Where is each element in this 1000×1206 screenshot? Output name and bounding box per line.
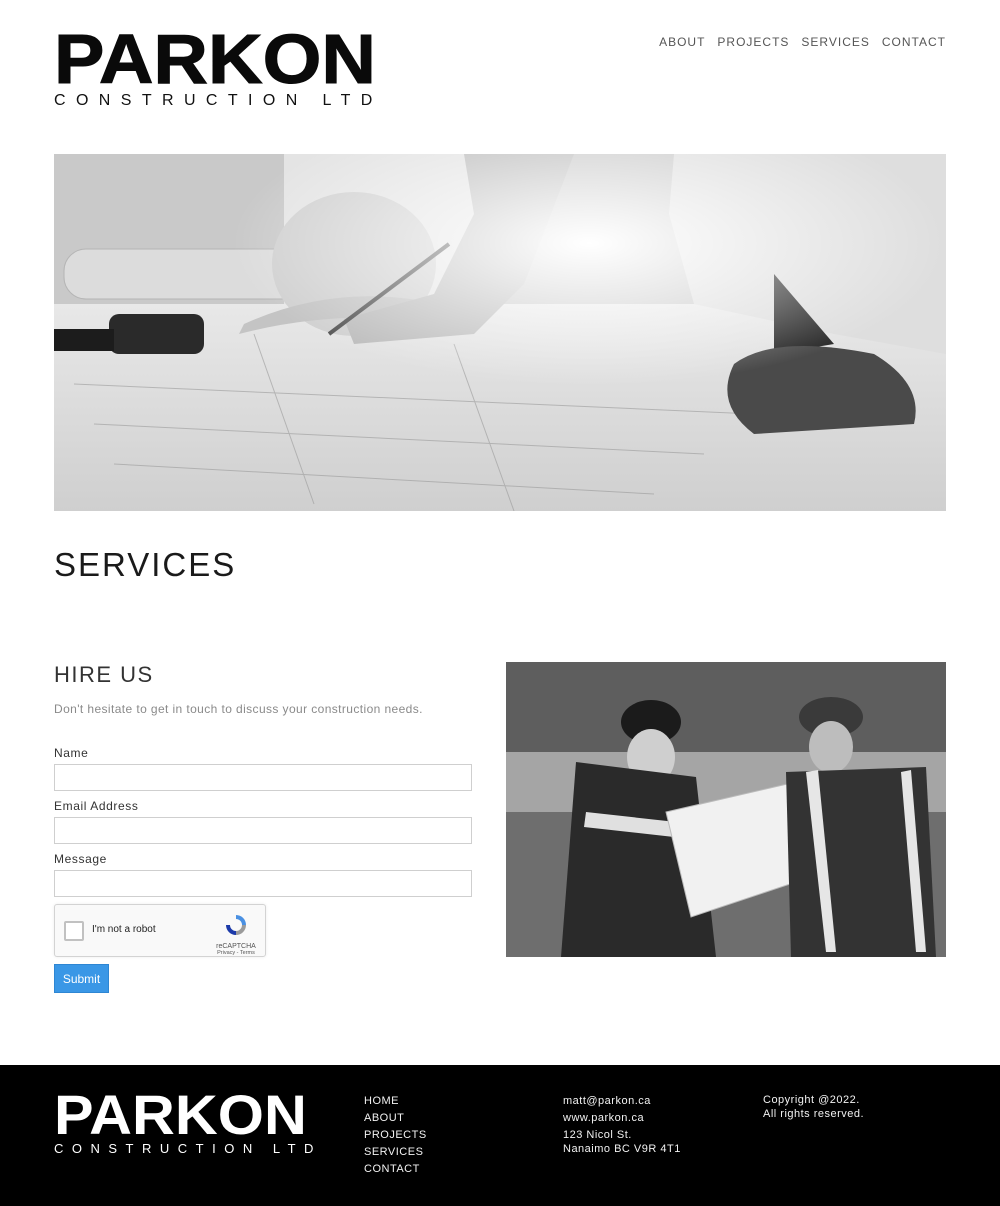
nav-services[interactable]: SERVICES bbox=[801, 35, 869, 49]
page-title: SERVICES bbox=[54, 546, 237, 583]
footer-address-line2: Nanaimo BC V9R 4T1 bbox=[563, 1143, 681, 1155]
footer-logo[interactable]: PARKON CONSTRUCTION LTD bbox=[54, 1087, 322, 1157]
recaptcha-checkbox[interactable] bbox=[64, 921, 84, 941]
name-label: Name bbox=[54, 746, 89, 760]
hero-illustration bbox=[54, 154, 946, 511]
message-label: Message bbox=[54, 852, 107, 866]
footer-contact: matt@parkon.ca www.parkon.ca 123 Nicol S… bbox=[563, 1093, 681, 1156]
nav-projects[interactable]: PROJECTS bbox=[717, 35, 789, 49]
recaptcha-links[interactable]: Privacy - Terms bbox=[216, 950, 256, 956]
footer-copyright: Copyright @2022. All rights reserved. bbox=[763, 1093, 864, 1121]
logo-wordmark: PARKON bbox=[53, 20, 377, 98]
email-input[interactable] bbox=[54, 817, 472, 844]
recaptcha-icon bbox=[226, 915, 246, 935]
workers-illustration bbox=[506, 662, 946, 957]
copyright-line2: All rights reserved. bbox=[763, 1108, 865, 1120]
site-logo[interactable]: PARKON CONSTRUCTION LTD bbox=[53, 24, 414, 110]
copyright-line1: Copyright @2022. bbox=[763, 1094, 860, 1106]
footer-nav: HOME ABOUT PROJECTS SERVICES CONTACT bbox=[364, 1093, 427, 1178]
submit-button[interactable]: Submit bbox=[54, 964, 109, 993]
hire-us-description: Don't hesitate to get in touch to discus… bbox=[54, 702, 423, 716]
message-input[interactable] bbox=[54, 870, 472, 897]
name-input[interactable] bbox=[54, 764, 472, 791]
hero-image bbox=[54, 154, 946, 511]
footer-nav-contact[interactable]: CONTACT bbox=[364, 1161, 427, 1178]
recaptcha-logo: reCAPTCHA Privacy - Terms bbox=[216, 913, 256, 956]
footer-nav-services[interactable]: SERVICES bbox=[364, 1144, 427, 1161]
email-label: Email Address bbox=[54, 799, 139, 813]
recaptcha-widget: I'm not a robot reCAPTCHA Privacy - Term… bbox=[54, 904, 266, 957]
footer-nav-home[interactable]: HOME bbox=[364, 1093, 427, 1110]
main-nav: ABOUT PROJECTS SERVICES CONTACT bbox=[659, 35, 946, 49]
recaptcha-brand: reCAPTCHA bbox=[216, 943, 256, 950]
recaptcha-label: I'm not a robot bbox=[92, 924, 156, 935]
footer-email-link[interactable]: matt@parkon.ca bbox=[563, 1093, 681, 1110]
nav-contact[interactable]: CONTACT bbox=[882, 35, 946, 49]
nav-about[interactable]: ABOUT bbox=[659, 35, 705, 49]
workers-photo bbox=[506, 662, 946, 957]
hire-us-heading: HIRE US bbox=[54, 662, 154, 687]
footer-address-line1: 123 Nicol St. bbox=[563, 1129, 632, 1141]
footer-nav-about[interactable]: ABOUT bbox=[364, 1110, 427, 1127]
site-footer: PARKON CONSTRUCTION LTD HOME ABOUT PROJE… bbox=[0, 1065, 1000, 1206]
footer-logo-wordmark: PARKON bbox=[54, 1083, 307, 1146]
footer-nav-projects[interactable]: PROJECTS bbox=[364, 1127, 427, 1144]
footer-website-link[interactable]: www.parkon.ca bbox=[563, 1110, 681, 1127]
